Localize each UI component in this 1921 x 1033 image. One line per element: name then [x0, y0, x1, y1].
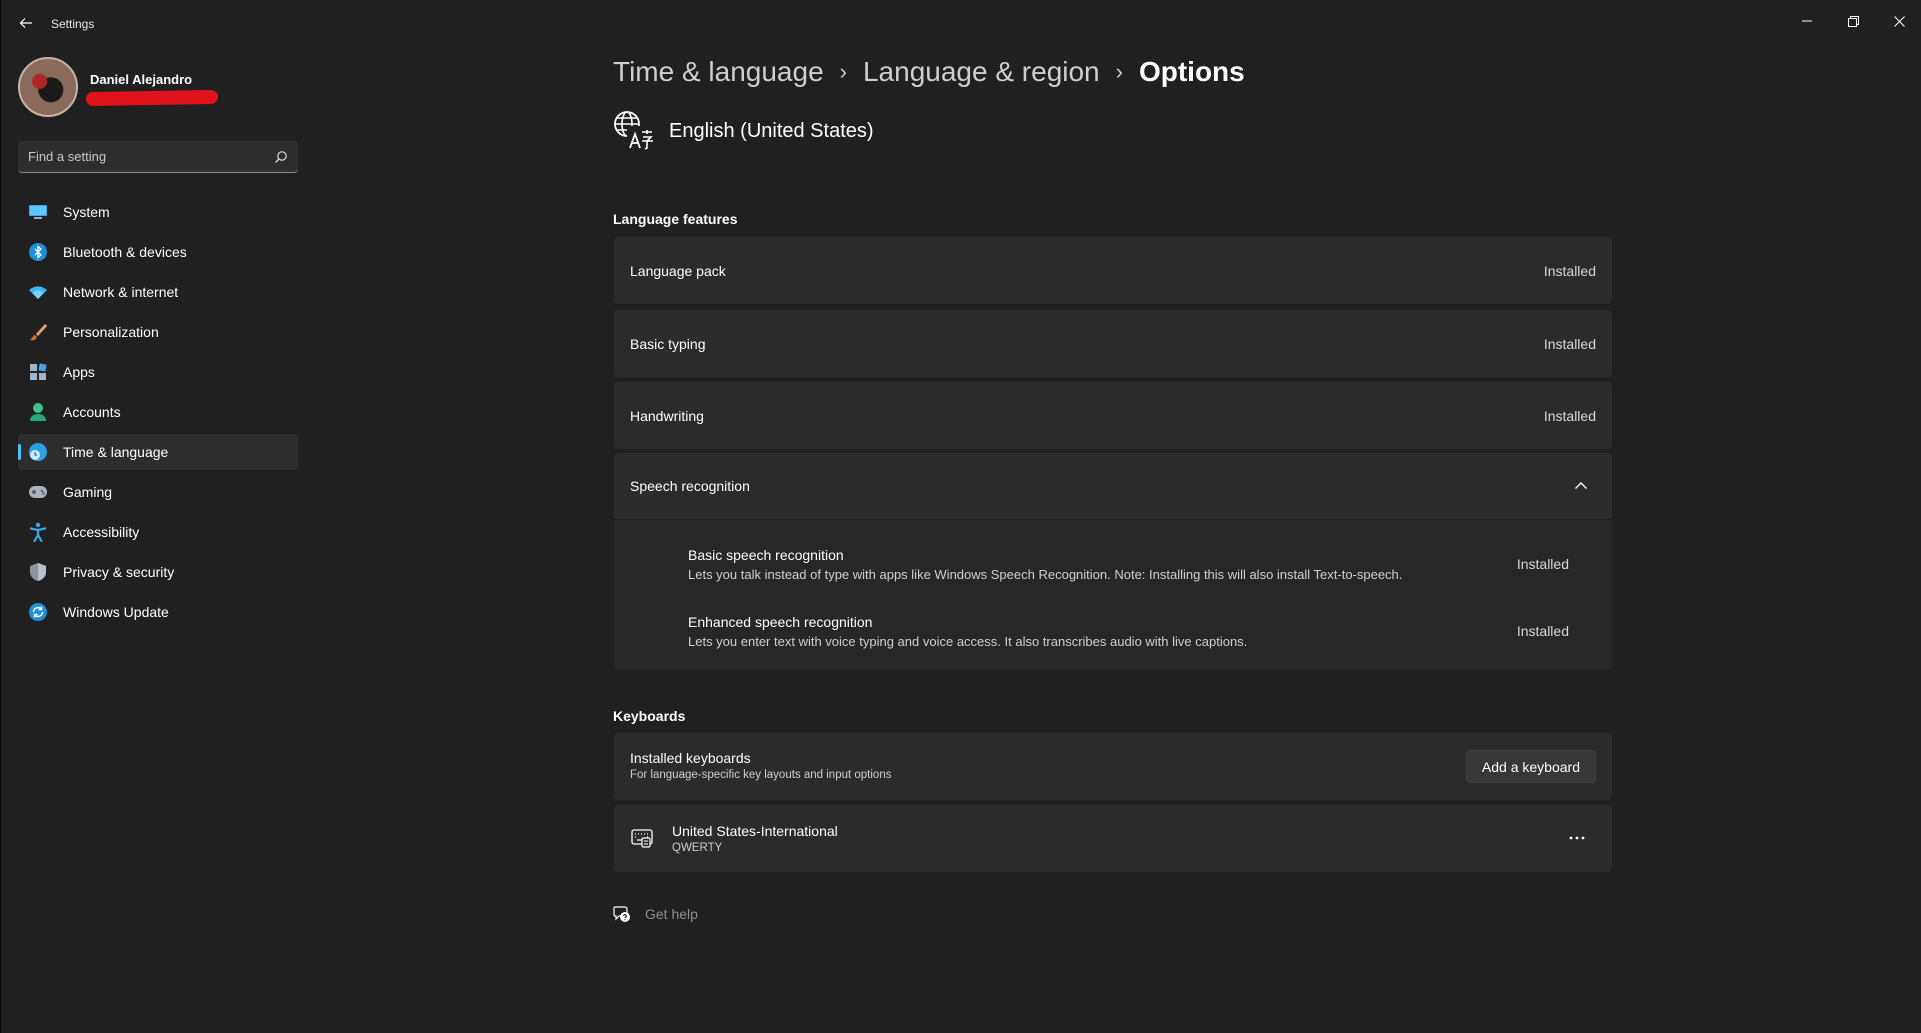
close-button[interactable]: [1879, 6, 1919, 36]
more-icon: [1569, 836, 1585, 840]
enhanced-speech-recognition: Enhanced speech recognition Lets you ent…: [688, 614, 1548, 649]
time-language-icon: [27, 441, 49, 463]
keyboard-item[interactable]: United States-International QWERTY: [614, 805, 1612, 872]
minimize-button[interactable]: [1787, 6, 1827, 36]
breadcrumb-separator: ›: [839, 59, 847, 84]
restore-icon: [1847, 15, 1859, 27]
speech-recognition-details: Basic speech recognition Lets you talk i…: [614, 519, 1612, 670]
sidebar-item-network[interactable]: Network & internet: [18, 274, 298, 310]
sidebar-item-label: Gaming: [63, 484, 113, 500]
sidebar-item-accessibility[interactable]: Accessibility: [18, 514, 298, 550]
speech-recognition-expander[interactable]: Speech recognition: [614, 453, 1612, 519]
minimize-icon: [1802, 20, 1812, 22]
system-icon: [27, 201, 49, 223]
status-label: Installed: [1516, 623, 1569, 639]
row-label: Basic typing: [630, 335, 706, 352]
sidebar-item-privacy[interactable]: Privacy & security: [18, 554, 298, 590]
sidebar-item-label: Accounts: [63, 404, 121, 420]
sidebar-item-label: Privacy & security: [63, 564, 175, 580]
help-icon: [613, 906, 630, 922]
basic-speech-recognition: Basic speech recognition Lets you talk i…: [688, 547, 1548, 582]
status-label: Installed: [1516, 556, 1569, 572]
sidebar-item-system[interactable]: System: [18, 194, 298, 230]
bluetooth-icon: [27, 241, 49, 263]
sidebar-item-personalization[interactable]: Personalization: [18, 314, 298, 350]
search-input[interactable]: [18, 141, 258, 172]
status-label: Installed: [1543, 262, 1596, 279]
status-label: Installed: [1543, 407, 1596, 424]
sidebar-item-windows-update[interactable]: Windows Update: [18, 594, 298, 630]
language-header: English (United States): [613, 110, 874, 152]
language-icon: [614, 111, 653, 150]
accessibility-icon: [27, 521, 49, 543]
sidebar-item-label: Time & language: [63, 444, 169, 460]
sidebar-item-label: Apps: [63, 364, 95, 380]
sub-item-description: Lets you enter text with voice typing an…: [688, 634, 1248, 649]
breadcrumb-separator: ›: [1115, 59, 1123, 84]
user-name: Daniel Alejandro: [90, 72, 193, 87]
apps-icon: [27, 361, 49, 383]
sidebar-nav: System Bluetooth & devices Network & int…: [18, 194, 298, 634]
close-icon: [1893, 15, 1905, 27]
wifi-icon: [27, 281, 49, 303]
sidebar-item-label: Network & internet: [63, 284, 179, 300]
app-title: Settings: [51, 17, 95, 31]
keyboard-icon: [631, 829, 653, 848]
basic-typing-row: Basic typing Installed: [614, 310, 1612, 377]
row-label: Installed keyboards: [630, 750, 751, 766]
back-button[interactable]: [15, 12, 37, 34]
chevron-up-icon[interactable]: [1574, 481, 1588, 491]
sub-item-title: Basic speech recognition: [688, 547, 844, 563]
status-label: Installed: [1543, 335, 1596, 352]
breadcrumb-time-language[interactable]: Time & language: [613, 56, 824, 88]
sidebar-item-accounts[interactable]: Accounts: [18, 394, 298, 430]
language-pack-row: Language pack Installed: [614, 237, 1612, 304]
breadcrumb-language-region[interactable]: Language & region: [863, 56, 1100, 88]
sidebar-item-bluetooth[interactable]: Bluetooth & devices: [18, 234, 298, 270]
add-keyboard-button[interactable]: Add a keyboard: [1465, 750, 1596, 783]
keyboard-name: United States-International: [672, 823, 838, 839]
language-features-heading: Language features: [613, 211, 738, 227]
sub-item-description: Lets you talk instead of type with apps …: [688, 567, 1403, 582]
gamepad-icon: [27, 481, 49, 503]
sidebar-item-label: Personalization: [63, 324, 159, 340]
sidebar-item-gaming[interactable]: Gaming: [18, 474, 298, 510]
get-help-label: Get help: [645, 906, 698, 922]
more-options-button[interactable]: [1566, 829, 1588, 847]
row-label: Language pack: [630, 262, 726, 279]
back-arrow-icon: [19, 18, 32, 28]
keyboard-layout: QWERTY: [672, 842, 723, 854]
sidebar-item-time-language[interactable]: Time & language: [18, 434, 298, 470]
row-label: Speech recognition: [630, 478, 750, 494]
title-bar: Settings: [1, 0, 1921, 48]
brush-icon: [27, 321, 49, 343]
language-title: English (United States): [669, 119, 874, 142]
sidebar-item-label: Accessibility: [63, 524, 140, 540]
avatar: [18, 57, 78, 117]
handwriting-row: Handwriting Installed: [614, 382, 1612, 449]
restore-button[interactable]: [1833, 6, 1873, 36]
get-help-link[interactable]: Get help: [613, 905, 698, 923]
update-icon: [27, 601, 49, 623]
accounts-icon: [27, 401, 49, 423]
row-label: Handwriting: [630, 407, 704, 424]
redacted-email: [85, 89, 219, 107]
sidebar-item-label: Windows Update: [63, 604, 169, 620]
sidebar-item-label: Bluetooth & devices: [63, 244, 187, 260]
sidebar-item-label: System: [63, 204, 110, 220]
page-title: Options: [1138, 56, 1245, 87]
breadcrumb: Time & language › Language & region › Op…: [613, 56, 1245, 88]
search-icon[interactable]: [274, 150, 288, 164]
row-description: For language-specific key layouts and in…: [630, 769, 892, 781]
installed-keyboards-row: Installed keyboards For language-specifi…: [614, 733, 1612, 800]
keyboards-heading: Keyboards: [613, 708, 686, 724]
sidebar-item-apps[interactable]: Apps: [18, 354, 298, 390]
search-box[interactable]: [18, 141, 298, 173]
shield-icon: [27, 561, 49, 583]
sub-item-title: Enhanced speech recognition: [688, 614, 873, 630]
